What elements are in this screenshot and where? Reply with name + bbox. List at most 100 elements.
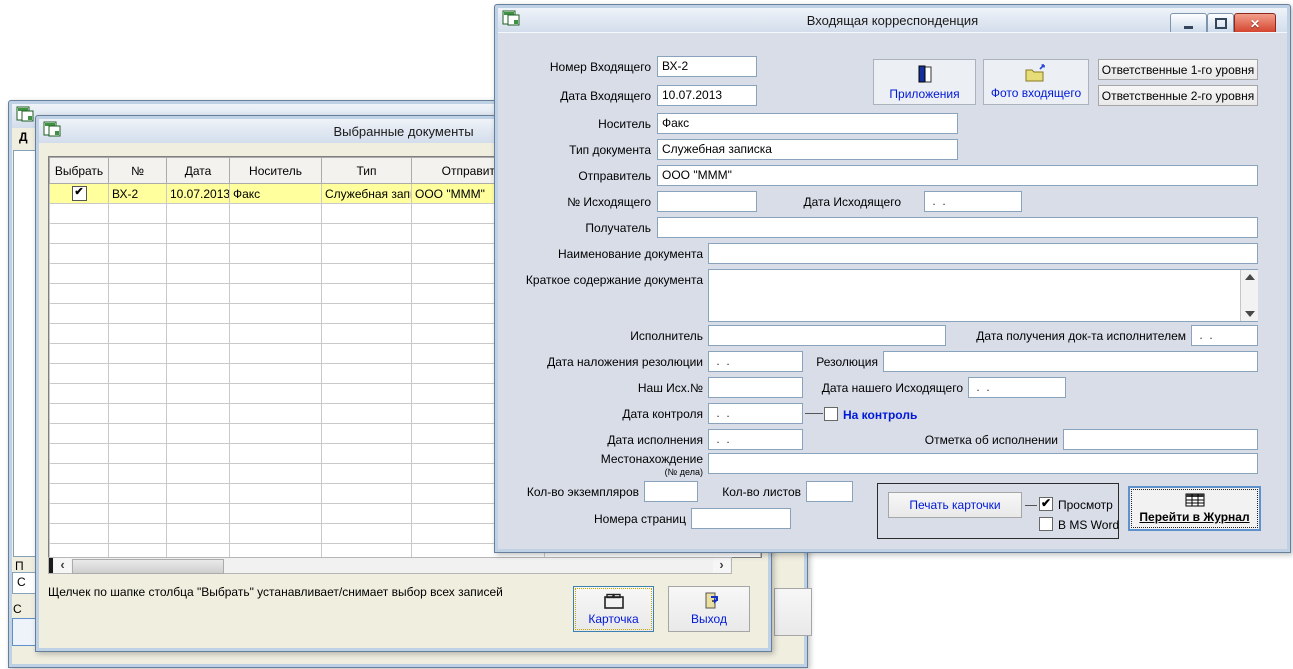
empty-cell: [50, 464, 109, 484]
outgoing-number-input[interactable]: [657, 191, 757, 212]
attachments-button[interactable]: Приложения: [873, 59, 976, 105]
ms-word-checkbox[interactable]: [1039, 517, 1053, 531]
doc-summary-scrollbar[interactable]: [1240, 270, 1258, 321]
location-input[interactable]: [708, 453, 1258, 474]
col-header-select[interactable]: Выбрать: [50, 158, 109, 184]
execution-mark-input[interactable]: [1063, 429, 1258, 450]
cell-date: 10.07.2013: [167, 184, 230, 204]
label-resolution: Резолюция: [778, 355, 878, 369]
doc-summary-textarea[interactable]: [708, 269, 1258, 322]
carrier-input[interactable]: Факс: [657, 113, 958, 134]
col-header-carrier[interactable]: Носитель: [230, 158, 322, 184]
incoming-titlebar[interactable]: Входящая корреспонденция ✕: [498, 8, 1287, 32]
print-card-button[interactable]: Печать карточки: [888, 492, 1022, 518]
doc-name-input[interactable]: [708, 243, 1258, 264]
receiver-input[interactable]: [657, 217, 1258, 238]
empty-cell: [109, 364, 167, 384]
empty-cell: [167, 424, 230, 444]
empty-cell: [167, 384, 230, 404]
doc-type-input[interactable]: Служебная записка: [657, 139, 958, 160]
executor-received-date-input[interactable]: . .: [1191, 325, 1258, 346]
responsible-level2-button[interactable]: Ответственные 2-го уровня: [1098, 85, 1258, 106]
empty-cell: [109, 524, 167, 544]
empty-cell: [109, 204, 167, 224]
scroll-up-icon[interactable]: [1245, 274, 1255, 280]
row-select-checkbox[interactable]: [72, 186, 87, 201]
scrollbar-split-handle[interactable]: [49, 558, 53, 573]
back-right-button-fragment[interactable]: [774, 588, 812, 636]
outgoing-date-input[interactable]: . .: [924, 191, 1022, 212]
empty-cell: [322, 244, 412, 264]
back-label-fragment-c: С: [13, 602, 22, 616]
responsible-level1-button[interactable]: Ответственные 1-го уровня: [1098, 59, 1258, 80]
goto-journal-label: Перейти в Журнал: [1139, 510, 1249, 524]
empty-cell: [167, 404, 230, 424]
execution-date-input[interactable]: . .: [708, 429, 803, 450]
empty-cell: [230, 324, 322, 344]
label-receiver: Получатель: [501, 221, 651, 235]
label-preview: Просмотр: [1058, 498, 1113, 512]
empty-cell: [167, 364, 230, 384]
col-header-number[interactable]: №: [109, 158, 167, 184]
empty-cell: [109, 484, 167, 504]
empty-cell: [230, 344, 322, 364]
empty-cell: [167, 544, 230, 559]
on-control-checkbox[interactable]: [824, 407, 838, 421]
executor-input[interactable]: [708, 325, 946, 346]
control-date-input[interactable]: . .: [708, 403, 803, 424]
journal-grid-icon: [1185, 493, 1205, 510]
close-icon: ✕: [1250, 17, 1260, 31]
incoming-number-input[interactable]: ВХ-2: [657, 56, 757, 77]
empty-cell: [109, 424, 167, 444]
label-execution-mark: Отметка об исполнении: [908, 433, 1058, 447]
sender-input[interactable]: ООО "МММ": [657, 165, 1258, 186]
our-outgoing-number-input[interactable]: [708, 377, 803, 398]
empty-cell: [167, 264, 230, 284]
back-label-fragment-p: П: [15, 559, 24, 573]
empty-cell: [230, 204, 322, 224]
empty-cell: [167, 204, 230, 224]
col-header-date[interactable]: Дата: [167, 158, 230, 184]
sheets-count-input[interactable]: [806, 481, 853, 502]
our-outgoing-date-input[interactable]: . .: [968, 377, 1066, 398]
col-header-type[interactable]: Тип: [322, 158, 412, 184]
minimize-button[interactable]: [1170, 13, 1207, 34]
page-numbers-input[interactable]: [691, 508, 791, 529]
label-our-outgoing-number: Наш Исх.№: [503, 381, 703, 395]
app-icon: [16, 106, 34, 127]
empty-cell: [109, 284, 167, 304]
scrollbar-thumb[interactable]: [72, 559, 224, 574]
goto-journal-button[interactable]: Перейти в Журнал: [1128, 486, 1261, 531]
resolution-input[interactable]: [883, 351, 1258, 372]
label-outgoing-date: Дата Исходящего: [751, 195, 901, 209]
open-folder-icon: [1024, 64, 1048, 86]
close-button[interactable]: ✕: [1234, 13, 1276, 34]
maximize-button[interactable]: [1207, 13, 1234, 34]
label-on-control: На контроль: [843, 408, 917, 422]
label-copies-count: Кол-во экземпляров: [501, 485, 639, 499]
card-button[interactable]: Карточка: [573, 586, 654, 632]
empty-cell: [167, 304, 230, 324]
responsible-level2-label: Ответственные 2-го уровня: [1102, 89, 1255, 103]
label-location-sub: (№ дела): [503, 465, 703, 479]
label-our-outgoing-date: Дата нашего Исходящего: [813, 381, 963, 395]
empty-cell: [167, 284, 230, 304]
empty-cell: [109, 404, 167, 424]
empty-cell: [109, 504, 167, 524]
exit-button[interactable]: Выход: [668, 586, 750, 632]
incoming-date-input[interactable]: 10.07.2013: [657, 85, 757, 106]
empty-cell: [230, 524, 322, 544]
incoming-photo-button[interactable]: Фото входящего: [983, 59, 1089, 105]
empty-cell: [322, 284, 412, 304]
empty-cell: [50, 244, 109, 264]
scroll-right-icon[interactable]: ›: [713, 558, 730, 573]
attachments-label: Приложения: [889, 87, 959, 101]
preview-checkbox[interactable]: [1039, 497, 1053, 511]
empty-cell: [230, 304, 322, 324]
scroll-left-icon[interactable]: ‹: [54, 558, 71, 573]
scroll-down-icon[interactable]: [1245, 311, 1255, 317]
empty-cell: [230, 484, 322, 504]
table-horizontal-scrollbar[interactable]: ‹ ›: [48, 557, 732, 574]
label-control-date: Дата контроля: [503, 407, 703, 421]
copies-count-input[interactable]: [644, 481, 698, 502]
